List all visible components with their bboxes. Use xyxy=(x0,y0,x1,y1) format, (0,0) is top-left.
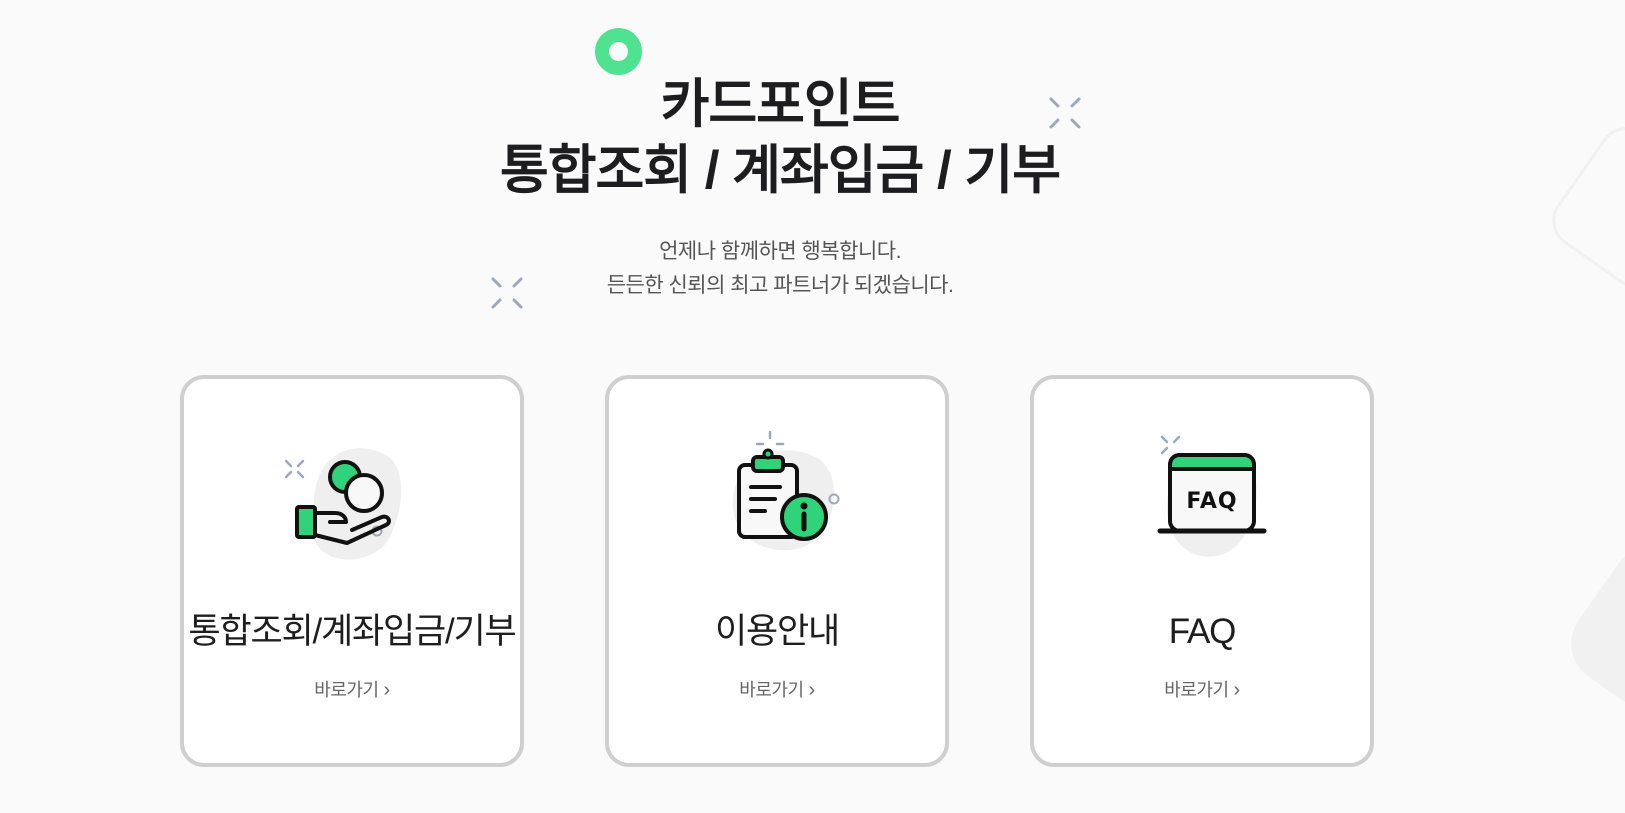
card-title: 이용안내 xyxy=(714,612,840,651)
clipboard-info-icon xyxy=(732,430,840,551)
card-faq[interactable]: FAQ FAQ 바로가기 › xyxy=(1030,375,1374,767)
shortcut-label: 바로가기 xyxy=(739,680,804,700)
card-integrated-inquiry[interactable]: 통합조회/계좌입금/기부 바로가기 › xyxy=(180,375,524,767)
decorative-ring xyxy=(595,28,642,75)
chevron-right-icon: › xyxy=(1233,679,1241,701)
chevron-right-icon: › xyxy=(383,679,391,701)
shortcut-label: 바로가기 xyxy=(314,680,379,700)
shortcut-label: 바로가기 xyxy=(1164,680,1229,700)
card-title: 통합조회/계좌입금/기부 xyxy=(188,612,516,651)
card-shortcut-link[interactable]: 바로가기 › xyxy=(609,678,945,702)
page-title: 카드포인트 통합조회 / 계좌입금 / 기부 xyxy=(0,72,1560,204)
subtitle-line-1: 언제나 함께하면 행복합니다. xyxy=(659,240,901,263)
card-shortcut-link[interactable]: 바로가기 › xyxy=(1034,678,1370,702)
hero-section: 카드포인트 통합조회 / 계좌입금 / 기부 언제나 함께하면 행복합니다. 든… xyxy=(0,72,1560,303)
title-line-1: 카드포인트 xyxy=(660,75,901,134)
page-subtitle: 언제나 함께하면 행복합니다. 든든한 신뢰의 최고 파트너가 되겠습니다. xyxy=(0,235,1560,303)
card-shortcut-link[interactable]: 바로가기 › xyxy=(184,678,520,702)
coin-hand-icon xyxy=(284,448,402,560)
faq-board-icon: FAQ xyxy=(1157,435,1267,557)
svg-text:FAQ: FAQ xyxy=(1186,489,1237,514)
chevron-right-icon: › xyxy=(808,679,816,701)
card-usage-guide[interactable]: 이용안내 바로가기 › xyxy=(605,375,949,767)
card-title: FAQ xyxy=(1168,612,1237,651)
subtitle-line-2: 든든한 신뢰의 최고 파트너가 되겠습니다. xyxy=(606,274,954,297)
decorative-shape xyxy=(1555,530,1625,740)
title-line-2: 통합조회 / 계좌입금 / 기부 xyxy=(500,141,1061,200)
service-cards: 통합조회/계좌입금/기부 바로가기 › 이용안내 바로가기 › FAQ FAQ … xyxy=(180,375,1380,775)
